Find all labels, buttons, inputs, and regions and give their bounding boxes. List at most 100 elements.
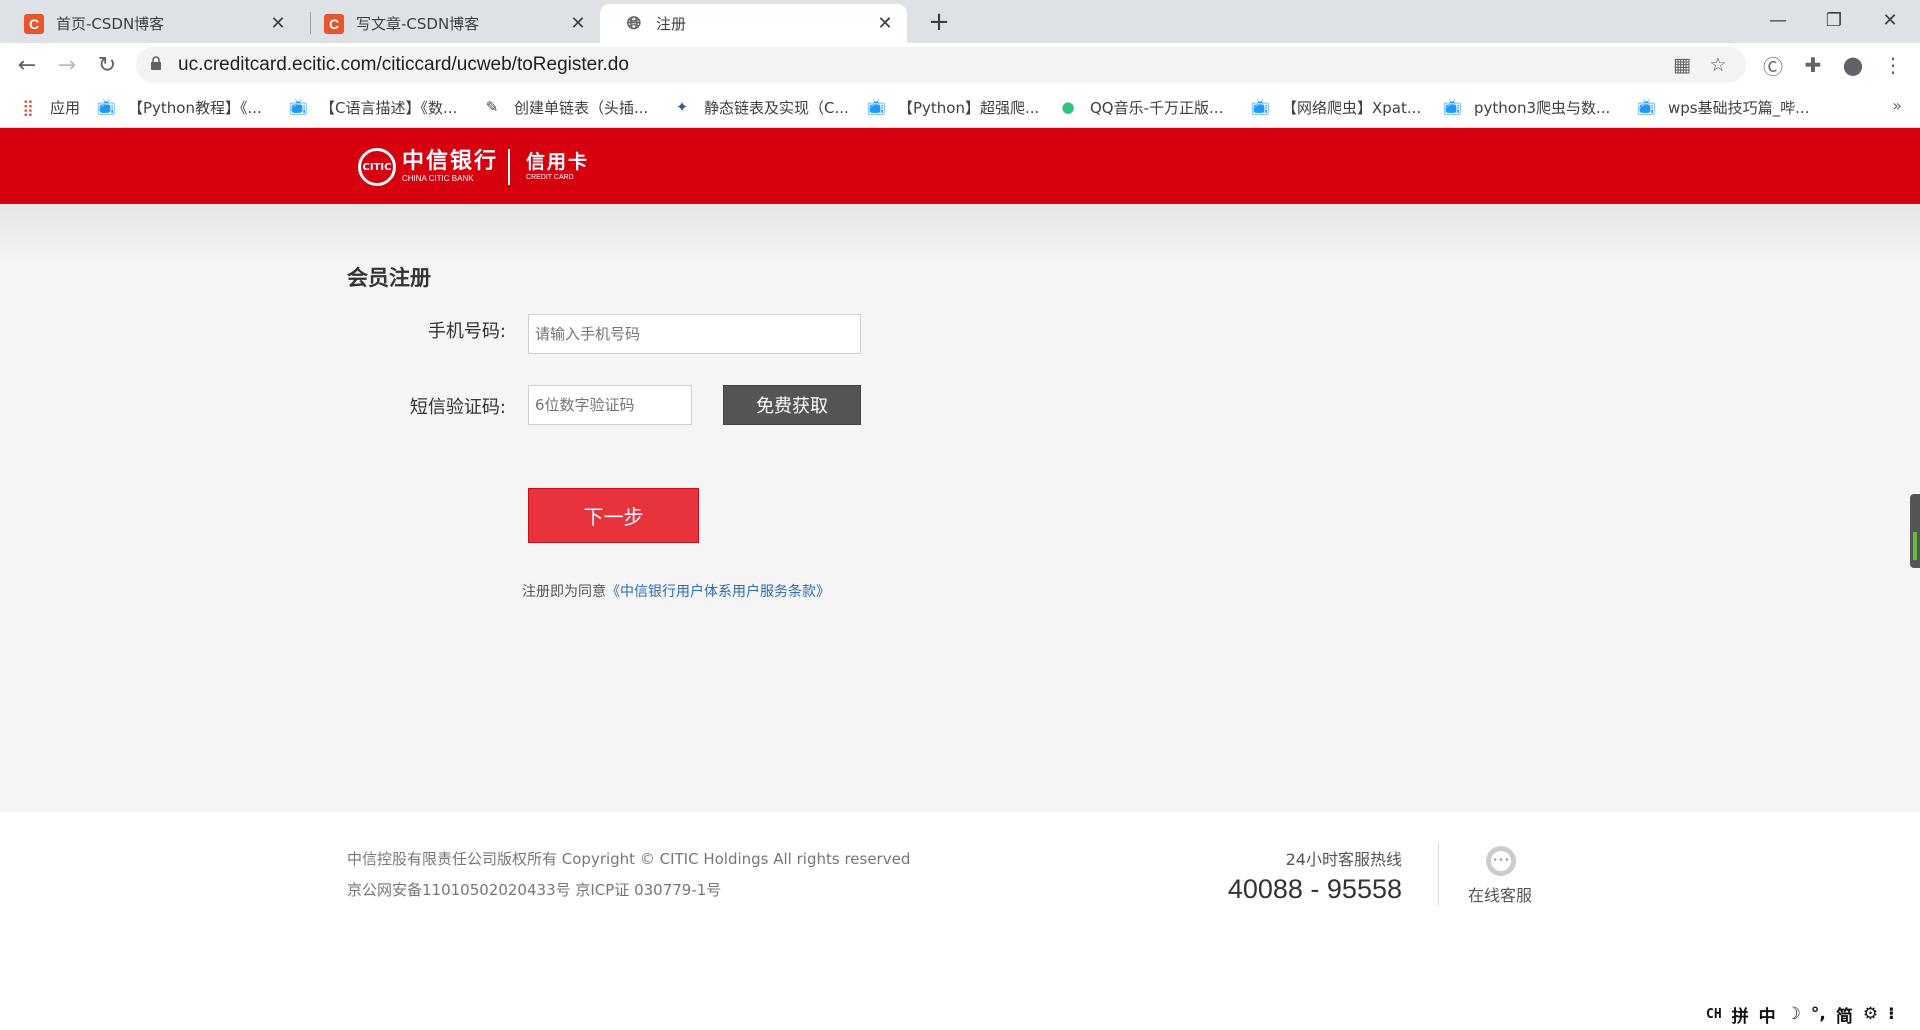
bookmarks-bar: ⣿ 应用 📺︎ 【Python教程】《... 📺︎ 【C语言描述】《数... ✎… <box>0 86 1920 128</box>
bookmark-item[interactable]: 📺︎ 【Python教程】《... <box>96 95 262 119</box>
browser-toolbar: ← → ↻ uc.creditcard.ecitic.com/citiccard… <box>0 43 1920 86</box>
get-sms-code-button[interactable]: 免费获取 <box>723 385 861 425</box>
bookmark-item[interactable]: ✦ 静态链表及实现（C... <box>672 95 849 119</box>
ime-pinyin-icon[interactable]: 拼 <box>1732 1002 1749 1027</box>
ime-settings-icon[interactable]: ⚙ <box>1863 1004 1878 1024</box>
forward-button[interactable]: → <box>52 50 82 80</box>
tab-csdn-home[interactable]: C 首页-CSDN博客 ✕ <box>0 4 300 43</box>
bilibili-icon: 📺︎ <box>1442 97 1462 117</box>
reload-button[interactable]: ↻ <box>92 50 122 80</box>
apps-grid-icon: ⣿ <box>18 97 38 117</box>
sms-code-input[interactable] <box>528 385 692 425</box>
tab-title: 写文章-CSDN博客 <box>356 13 566 34</box>
logo-divider <box>508 149 510 185</box>
bookmark-label: 静态链表及实现（C... <box>704 97 849 118</box>
bookmark-apps[interactable]: ⣿ 应用 <box>18 95 80 119</box>
copyright-text: 中信控股有限责任公司版权所有 Copyright © CITIC Holding… <box>347 848 910 869</box>
online-service-link[interactable]: 在线客服 <box>1468 882 1532 906</box>
logo-credit-card: 信用卡 <box>526 151 589 173</box>
bilibili-icon: 📺︎ <box>288 97 308 117</box>
puzzle-icon[interactable]: ✚ <box>1800 52 1826 78</box>
bookmark-item[interactable]: ✎ 创建单链表（头插... <box>482 95 648 119</box>
minimize-button[interactable]: — <box>1750 0 1806 40</box>
window-close-button[interactable]: ✕ <box>1862 0 1918 40</box>
bookmark-label: 应用 <box>50 97 80 118</box>
footer-divider <box>1438 842 1439 906</box>
bird-icon: ✦ <box>672 97 692 117</box>
star-icon[interactable]: ☆ <box>1706 53 1730 77</box>
tab-title: 注册 <box>656 13 873 34</box>
side-tab-indicator <box>1913 532 1917 560</box>
bookmark-item[interactable]: 📺︎ 【C语言描述】《数... <box>288 95 457 119</box>
close-icon[interactable]: ✕ <box>566 13 590 34</box>
bookmark-label: python3爬虫与数... <box>1474 97 1610 118</box>
browser-tabstrip: C 首页-CSDN博客 ✕ C 写文章-CSDN博客 ✕ 🌐︎ 注册 ✕ + —… <box>0 0 1920 43</box>
bookmark-label: 【C语言描述】《数... <box>320 97 457 118</box>
next-step-button[interactable]: 下一步 <box>528 488 699 543</box>
logo-bank-name-en: CHINA CITIC BANK <box>402 174 498 184</box>
address-bar[interactable]: uc.creditcard.ecitic.com/citiccard/ucweb… <box>136 47 1746 83</box>
restore-button[interactable]: ❐ <box>1806 0 1862 40</box>
ime-more-icon[interactable]: ⁝ <box>1888 1004 1894 1024</box>
globe-icon: 🌐︎ <box>624 14 644 34</box>
site-header: CITIC 中信银行 CHINA CITIC BANK 信用卡 CREDIT C… <box>0 128 1920 204</box>
registration-section: 会员注册 手机号码: 短信验证码: 免费获取 下一步 注册即为同意《中信银行用户… <box>0 204 1920 812</box>
bookmark-item[interactable]: 📺︎ wps基础技巧篇_哔... <box>1636 95 1809 119</box>
tab-title: 首页-CSDN博客 <box>56 13 266 34</box>
bilibili-icon: 📺︎ <box>1636 97 1656 117</box>
lock-icon <box>150 56 162 70</box>
ime-punctuation-icon[interactable]: °, <box>1811 1004 1826 1024</box>
bookmark-label: 【网络爬虫】Xpat... <box>1282 97 1421 118</box>
page-title: 会员注册 <box>347 262 431 292</box>
pen-icon: ✎ <box>482 97 502 117</box>
citic-emblem-icon: CITIC <box>358 148 396 186</box>
ime-halfwidth-icon[interactable]: ☽ <box>1786 1004 1801 1024</box>
bookmark-label: 创建单链表（头插... <box>514 97 648 118</box>
qqmusic-icon: ● <box>1058 97 1078 117</box>
csdn-icon: C <box>324 14 344 34</box>
ime-lang[interactable]: CH <box>1706 1007 1722 1022</box>
agreement-prefix: 注册即为同意 <box>522 584 606 600</box>
menu-icon[interactable]: ⋮ <box>1880 52 1906 78</box>
bookmark-label: QQ音乐-千万正版... <box>1090 97 1223 118</box>
bookmark-label: wps基础技巧篇_哔... <box>1668 97 1809 118</box>
hotline-number: 40088 - 95558 <box>1228 874 1402 905</box>
bilibili-icon: 📺︎ <box>96 97 116 117</box>
extension-c-icon[interactable]: Ⓒ <box>1760 52 1786 78</box>
agreement-text: 注册即为同意《中信银行用户体系用户服务条款》 <box>522 581 830 601</box>
icp-text: 京公网安备11010502020433号 京ICP证 030779-1号 <box>347 879 721 900</box>
bookmark-item[interactable]: 📺︎ 【Python】超强爬... <box>866 95 1039 119</box>
phone-label: 手机号码: <box>380 317 506 343</box>
bookmark-item[interactable]: 📺︎ 【网络爬虫】Xpat... <box>1250 95 1421 119</box>
bilibili-icon: 📺︎ <box>866 97 886 117</box>
account-icon[interactable]: ● <box>1840 52 1866 78</box>
new-tab-button[interactable]: + <box>924 8 954 38</box>
bilibili-icon: 📺︎ <box>1250 97 1270 117</box>
tab-register[interactable]: 🌐︎ 注册 ✕ <box>600 4 907 43</box>
close-icon[interactable]: ✕ <box>266 13 290 34</box>
sms-code-label: 短信验证码: <box>380 393 506 419</box>
terms-link[interactable]: 《中信银行用户体系用户服务条款》 <box>606 584 830 600</box>
csdn-icon: C <box>24 14 44 34</box>
phone-input[interactable] <box>528 314 861 354</box>
close-icon[interactable]: ✕ <box>873 13 897 34</box>
bookmarks-overflow-icon[interactable]: » <box>1892 96 1902 115</box>
ime-chinese-mode[interactable]: 中 <box>1759 1002 1776 1027</box>
bookmark-item[interactable]: 📺︎ python3爬虫与数... <box>1442 95 1610 119</box>
qr-code-icon[interactable]: ▦ <box>1670 53 1694 77</box>
side-float-tab[interactable] <box>1910 494 1920 568</box>
logo-credit-card-en: CREDIT CARD <box>526 173 589 183</box>
ime-toolbar: CH 拼 中 ☽ °, 简 ⚙ ⁝ <box>1706 1000 1895 1028</box>
bookmark-item[interactable]: ● QQ音乐-千万正版... <box>1058 95 1223 119</box>
bookmark-label: 【Python】超强爬... <box>898 97 1039 118</box>
url-text: uc.creditcard.ecitic.com/citiccard/ucweb… <box>178 54 629 76</box>
hotline-label: 24小时客服热线 <box>1286 846 1402 870</box>
bookmark-label: 【Python教程】《... <box>128 97 262 118</box>
tab-csdn-write[interactable]: C 写文章-CSDN博客 ✕ <box>300 4 600 43</box>
site-footer: 中信控股有限责任公司版权所有 Copyright © CITIC Holding… <box>0 812 1920 1030</box>
ime-simplified-icon[interactable]: 简 <box>1836 1002 1853 1027</box>
back-button[interactable]: ← <box>12 50 42 80</box>
citic-logo[interactable]: CITIC 中信银行 CHINA CITIC BANK 信用卡 CREDIT C… <box>358 144 589 190</box>
logo-bank-name: 中信银行 <box>402 150 498 174</box>
chat-bubble-icon[interactable]: ••• <box>1486 846 1516 876</box>
